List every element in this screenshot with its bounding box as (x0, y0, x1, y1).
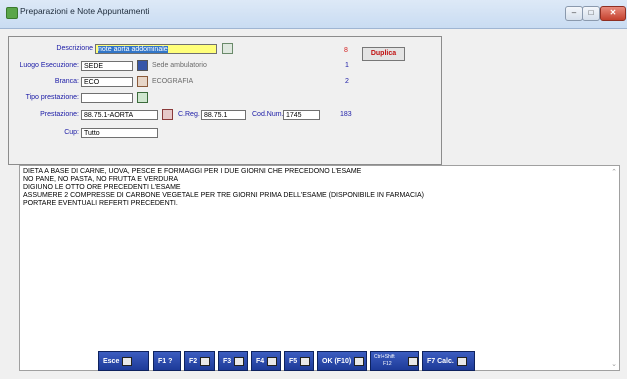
sede-icon[interactable] (137, 60, 148, 71)
f5-label: F5 (289, 358, 298, 365)
window-title: Preparazioni e Note Appuntamenti (20, 6, 150, 16)
title-bar: Preparazioni e Note Appuntamenti – □ ✕ (0, 0, 627, 29)
form-right-panel (442, 36, 618, 163)
edit-icon (200, 356, 211, 366)
cup-field[interactable]: Tutto (81, 128, 158, 138)
minimize-button[interactable]: – (565, 6, 583, 21)
ok-button[interactable]: OK (F10) (317, 351, 367, 371)
print-icon (408, 357, 418, 366)
descrizione-field[interactable]: note aorta addominale (95, 44, 217, 54)
f7-label: F7 Calc. (427, 358, 454, 365)
luogo-label: Luogo Esecuzione: (19, 62, 79, 69)
prestazione-label: Prestazione: (40, 111, 79, 118)
prestazione-count: 183 (340, 111, 352, 118)
cut-icon (234, 356, 245, 366)
luogo-desc: Sede ambulatorio (152, 62, 207, 69)
creg-label: C.Reg. (178, 111, 200, 118)
tipo-label: Tipo prestazione: (25, 94, 79, 101)
esce-button[interactable]: Esce (98, 351, 149, 371)
luogo-field[interactable]: SEDE (81, 61, 133, 71)
notes-textarea[interactable]: DIETA A BASE DI CARNE, UOVA, PESCE E FOR… (19, 165, 620, 371)
app-icon (6, 7, 18, 19)
paste-icon (300, 356, 311, 366)
notes-line: DIGIUNO LE OTTO ORE PRECEDENTI L'ESAME (23, 184, 181, 191)
branca-count: 2 (345, 78, 349, 85)
ok-label: OK (F10) (322, 358, 352, 365)
tipo-icon[interactable] (137, 92, 148, 103)
f2-button[interactable]: F2 (184, 351, 215, 371)
client-area: Descrizione note aorta addominale 8 Dupl… (8, 30, 620, 374)
branca-desc: ECOGRAFIA (152, 78, 194, 85)
f4-label: F4 (256, 358, 265, 365)
creg-field[interactable]: 88.75.1 (201, 110, 246, 120)
prestazione-field[interactable]: 88.75.1-AORTA (81, 110, 158, 120)
f12-label: F12 (383, 361, 392, 367)
duplica-button[interactable]: Duplica (362, 47, 405, 61)
notes-line: PORTARE EVENTUALI REFERTI PRECEDENTI. (23, 200, 178, 207)
calculator-icon (456, 356, 467, 366)
copy-icon (267, 356, 278, 366)
descrizione-value: note aorta addominale (98, 46, 168, 53)
footer-toolbar: Esce F1 ? F2 F3 F4 F5 OK (F10) Ctrl+Shif… (0, 348, 627, 379)
scroll-up-icon[interactable]: ⌃ (611, 168, 617, 176)
tipo-field[interactable] (81, 93, 133, 103)
f3-button[interactable]: F3 (218, 351, 248, 371)
notes-line: ASSUMERE 2 COMPRESSE DI CARBONE VEGETALE… (23, 192, 424, 199)
form-panel: Descrizione note aorta addominale 8 Dupl… (8, 36, 442, 165)
descrizione-label: Descrizione (56, 45, 93, 52)
f2-label: F2 (189, 358, 198, 365)
codnum-label: Cod.Num. (252, 111, 284, 118)
descrizione-count: 8 (344, 47, 348, 54)
luogo-count: 1 (345, 62, 349, 69)
save-icon (354, 356, 365, 366)
notes-line: NO PANE, NO PASTA, NO FRUTTA E VERDURA (23, 176, 179, 183)
close-button[interactable]: ✕ (600, 6, 626, 21)
branca-field[interactable]: ECO (81, 77, 133, 87)
ctrl-shift-f12-button[interactable]: Ctrl+Shift F12 (370, 351, 419, 371)
prestazione-icon[interactable] (162, 109, 173, 120)
codnum-field[interactable]: 1745 (283, 110, 320, 120)
f1-help-button[interactable]: F1 ? (153, 351, 181, 371)
cup-label: Cup: (64, 129, 79, 136)
f7-calc-button[interactable]: F7 Calc. (422, 351, 475, 371)
notes-line: DIETA A BASE DI CARNE, UOVA, PESCE E FOR… (23, 168, 362, 175)
esce-label: Esce (103, 358, 120, 365)
exit-icon (122, 356, 133, 366)
branca-label: Branca: (54, 78, 79, 85)
f3-label: F3 (223, 358, 232, 365)
lookup-icon[interactable] (222, 43, 233, 54)
f5-button[interactable]: F5 (284, 351, 314, 371)
f4-button[interactable]: F4 (251, 351, 281, 371)
maximize-button[interactable]: □ (582, 6, 600, 21)
ctrl-shift-label: Ctrl+Shift (374, 354, 395, 360)
branca-icon[interactable] (137, 76, 148, 87)
